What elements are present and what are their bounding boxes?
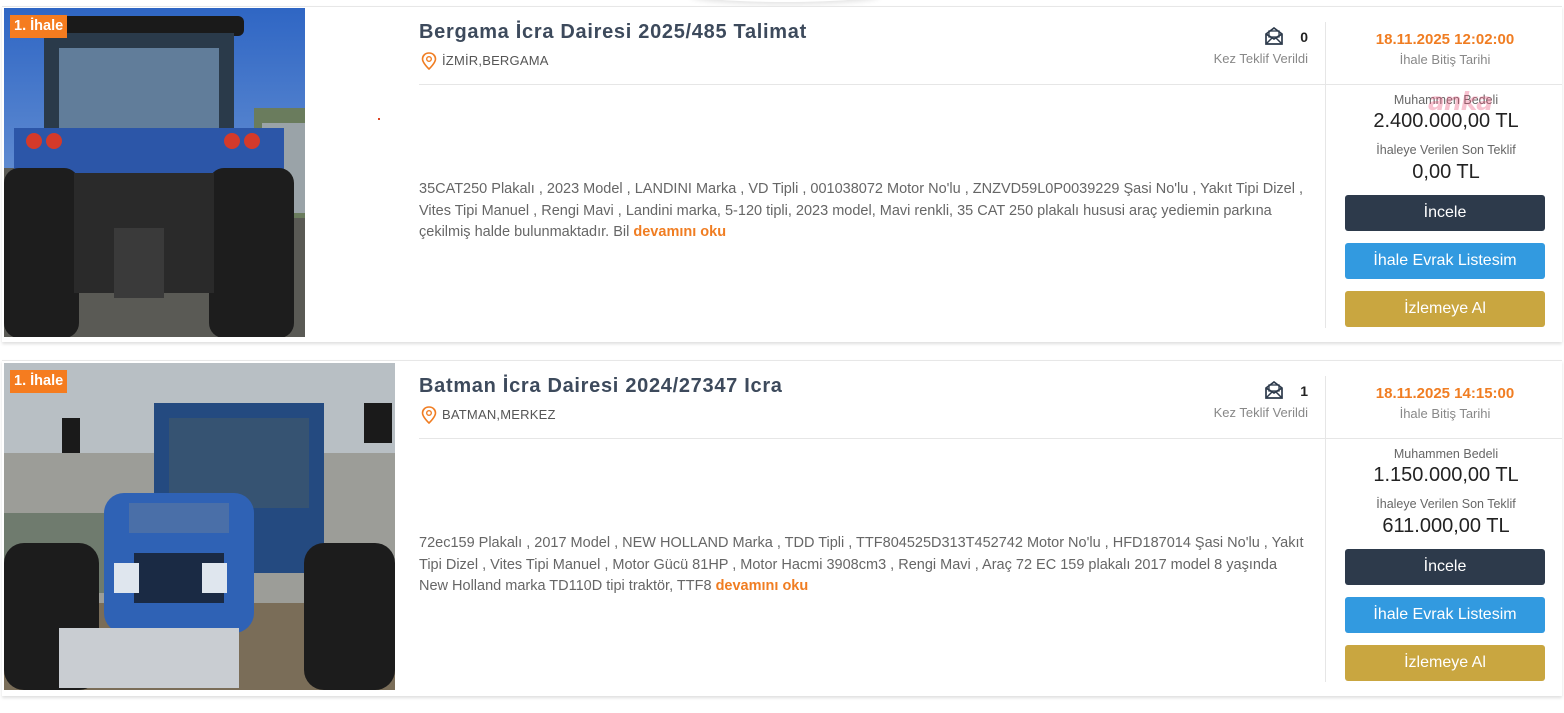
open-envelope-icon	[1265, 27, 1283, 45]
auction-end-date: 18.11.2025 14:15:00	[1375, 385, 1515, 402]
last-bid-value: 0,00 TL	[1412, 161, 1480, 183]
read-more-link[interactable]: devamını oku	[633, 224, 726, 240]
description-text: 72ec159 Plakalı , 2017 Model , NEW HOLLA…	[419, 535, 1304, 594]
auction-end-date: 18.11.2025 12:02:00	[1375, 31, 1515, 48]
stray-dot	[378, 118, 380, 120]
location-text: İZMİR,BERGAMA	[442, 53, 549, 68]
listing-location: BATMAN,MERKEZ	[421, 406, 556, 424]
bid-count: 0	[1300, 29, 1308, 45]
watch-button[interactable]: İzlemeye Al	[1345, 645, 1545, 681]
bid-count: 1	[1300, 383, 1308, 399]
auction-end-date-label: İhale Bitiş Tarihi	[1399, 406, 1491, 421]
auction-end-date-label: İhale Bitiş Tarihi	[1399, 52, 1491, 67]
watch-button[interactable]: İzlemeye Al	[1345, 291, 1545, 327]
listing-location: İZMİR,BERGAMA	[421, 52, 549, 70]
last-bid-label: İhaleye Verilen Son Teklif	[1376, 497, 1516, 511]
estimated-value-label: Muhammen Bedeli	[1393, 447, 1499, 461]
estimated-value: 1.150.000,00 TL	[1373, 464, 1519, 486]
listing-photo-tractor[interactable]: 1. İhale	[4, 8, 305, 337]
inspect-button[interactable]: İncele	[1345, 195, 1545, 231]
listing-title[interactable]: Batman İcra Dairesi 2024/27347 Icra	[419, 375, 783, 398]
listing-photo-tractor[interactable]: 1. İhale	[4, 363, 395, 690]
auction-documents-button[interactable]: İhale Evrak Listesim	[1345, 243, 1545, 279]
open-envelope-icon	[1265, 381, 1283, 399]
bid-count-label: Kez Teklif Verildi	[1213, 405, 1308, 420]
read-more-link[interactable]: devamını oku	[716, 578, 809, 594]
last-bid-label: İhaleye Verilen Son Teklif	[1376, 143, 1516, 157]
listing-card[interactable]: 1. İhale Bergama İcra Dairesi 2025/485 T…	[2, 6, 1562, 342]
auction-round-badge: 1. İhale	[10, 370, 68, 393]
last-bid-value: 611.000,00 TL	[1382, 515, 1510, 537]
listing-description: 72ec159 Plakalı , 2017 Model , NEW HOLLA…	[419, 533, 1309, 598]
map-pin-icon	[421, 52, 437, 70]
inspect-button[interactable]: İncele	[1345, 549, 1545, 585]
bid-count-label: Kez Teklif Verildi	[1213, 51, 1308, 66]
description-text: 35CAT250 Plakalı , 2023 Model , LANDINI …	[419, 181, 1304, 240]
auction-documents-button[interactable]: İhale Evrak Listesim	[1345, 597, 1545, 633]
map-pin-icon	[421, 406, 437, 424]
auction-round-badge: 1. İhale	[10, 15, 68, 38]
listing-description: 35CAT250 Plakalı , 2023 Model , LANDINI …	[419, 179, 1309, 244]
listing-title[interactable]: Bergama İcra Dairesi 2025/485 Talimat	[419, 21, 807, 44]
divider	[419, 438, 1325, 439]
listing-card[interactable]: 1. İhale Batman İcra Dairesi 2024/27347 …	[2, 360, 1562, 696]
divider	[1326, 438, 1562, 439]
top-shadow	[690, 0, 880, 2]
divider	[419, 84, 1325, 85]
estimated-value: 2.400.000,00 TL	[1373, 110, 1519, 132]
divider	[1326, 84, 1562, 85]
location-text: BATMAN,MERKEZ	[442, 407, 556, 422]
